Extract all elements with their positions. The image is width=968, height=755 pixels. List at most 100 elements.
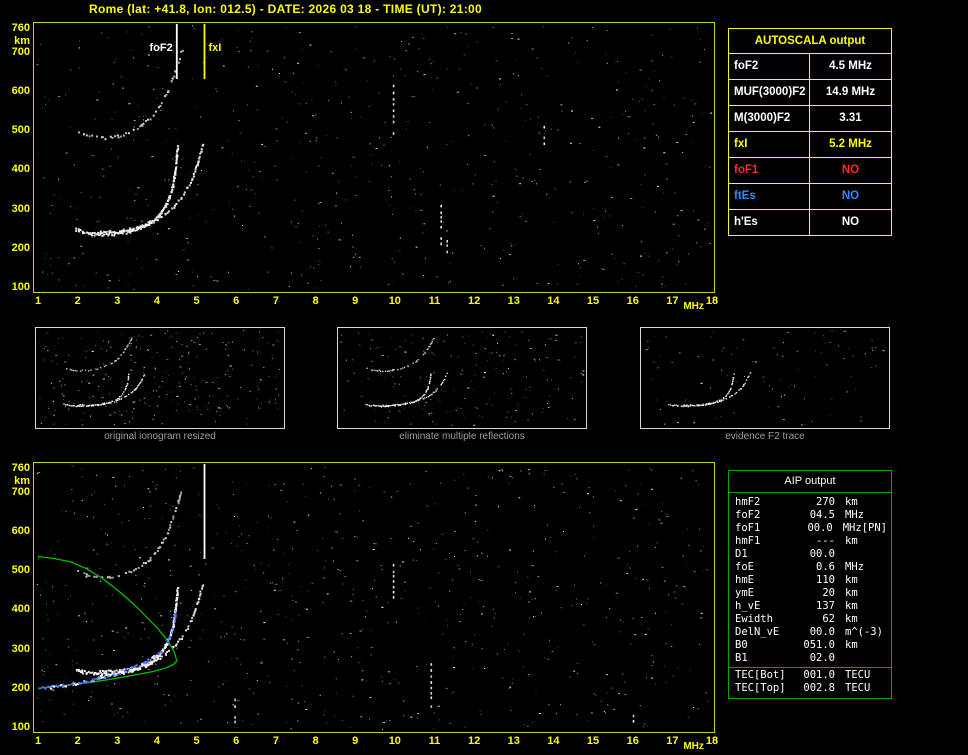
y-axis-label: 100: [11, 720, 30, 733]
autoscala-table-header: AUTOSCALA output: [754, 35, 866, 47]
aip-param-name: hmE: [735, 574, 754, 586]
autoscala-param-label: fxI: [729, 132, 810, 157]
x-axis-label: 14: [547, 735, 560, 747]
aip-row: Ewidth 62 km: [729, 613, 891, 626]
thumbnail-ionogram: eliminate multiple reflections: [337, 327, 587, 442]
thumbnail-caption: original ionogram resized: [104, 431, 216, 442]
y-axis-label: 300: [11, 202, 30, 215]
aip-tec-rows: TEC[Bot] 001.0 TECU TEC[Top] 002.8 TECU: [729, 669, 891, 695]
marker-label-foF2: foF2: [150, 42, 173, 54]
x-axis-label: 7: [272, 735, 279, 747]
x-axis-label: 8: [312, 295, 319, 307]
aip-param-value: 04.5: [809, 509, 835, 521]
x-axis-label: 6: [233, 735, 240, 747]
aip-row: hmF2 270 km: [729, 496, 891, 509]
aip-param-value: 051.0: [803, 639, 835, 651]
aip-param-name: hmF1: [735, 535, 761, 547]
aip-param-unit: TECU: [845, 669, 871, 681]
y-axis-label: 600: [11, 524, 30, 537]
autoscala-param-label: ftEs: [729, 184, 810, 209]
aip-param-value: 110: [816, 574, 835, 586]
aip-table-header: AIP output: [729, 471, 891, 493]
aip-param-unit: km: [845, 496, 858, 508]
aip-param-unit: TECU: [845, 682, 871, 694]
aip-param-unit: MHz: [845, 561, 864, 573]
aip-row: ymE 20 km: [729, 587, 891, 600]
aip-param-name: foF2: [735, 509, 761, 521]
marker-label-fxI: fxI: [209, 42, 222, 54]
aip-param-name: h_vE: [735, 600, 761, 612]
aip-param-unit: km: [845, 639, 858, 651]
x-axis-label: 8: [312, 735, 319, 747]
aip-param-name: foE: [735, 561, 754, 573]
x-axis-label: 9: [352, 735, 359, 747]
ionogram-plot-bottom: 760 700 600 500 400 300 200 100 km 1 2 3 4 5 6 7 8 9 10 11 1…: [12, 462, 718, 752]
y-axis-label: 200: [11, 681, 30, 694]
x-axis-label: 15: [586, 735, 600, 747]
aip-param-name: B1: [735, 652, 748, 664]
autoscala-row: fxI 5.2 MHz: [729, 131, 891, 157]
x-axis-label: 3: [114, 295, 121, 307]
aip-row: foF2 04.5 MHz: [729, 509, 891, 522]
x-axis-label: 16: [626, 295, 639, 307]
aip-param-name: B0: [735, 639, 748, 651]
y-axis-unit: km: [14, 35, 30, 47]
aip-param-name: D1: [735, 548, 748, 560]
x-axis-label: 16: [626, 735, 639, 747]
x-axis-label: 5: [193, 735, 200, 747]
aip-param-value: 20: [822, 587, 835, 599]
x-axis-label: 15: [586, 295, 600, 307]
page-title: Rome (lat: +41.8, lon: 012.5) - DATE: 20…: [89, 2, 482, 16]
aip-param-value: 137: [816, 600, 835, 612]
autoscala-table: AUTOSCALA output foF2 4.5 MHz MUF(3000)F2 1…: [728, 28, 892, 236]
x-axis-label: 17: [666, 735, 679, 747]
ionogram-plot-top: foF2 fxI 760 700 600 500 400 300 200 100 km 1 2 3 4 5 6…: [12, 22, 718, 312]
x-axis-label: 4: [153, 295, 160, 307]
aip-param-name: Ewidth: [735, 613, 773, 625]
aip-row: D1 00.0: [729, 548, 891, 561]
aip-row: TEC[Top] 002.8 TECU: [729, 682, 891, 695]
aip-param-value: 00.0: [807, 522, 833, 534]
thumbnail-ionogram: evidence F2 trace: [640, 327, 890, 442]
autoscala-param-label: foF1: [729, 158, 810, 183]
x-axis-label: 18: [705, 735, 719, 747]
y-axis-label: 400: [11, 163, 30, 176]
x-axis-label: 13: [507, 735, 520, 747]
x-axis-label: 1: [34, 295, 42, 307]
aip-param-name: DelN_vE: [735, 626, 780, 638]
aip-param-unit: km: [845, 587, 858, 599]
aip-row: foF1 00.0 MHz [PN]: [729, 522, 891, 535]
aip-param-value: 0.6: [816, 561, 835, 573]
aip-param-unit: km: [845, 613, 858, 625]
x-axis-label: 6: [233, 295, 240, 307]
x-axis-label: 3: [114, 735, 121, 747]
ionogram-bottom-canvas: [36, 464, 709, 730]
aip-param-name: hmF2: [735, 496, 761, 508]
x-axis-unit: MHz: [683, 741, 704, 752]
aip-param-unit: m^(-3): [845, 626, 883, 638]
y-axis-label: 200: [11, 241, 30, 254]
thumbnail-canvas: [38, 330, 280, 426]
x-axis-label: 9: [352, 295, 359, 307]
autoscala-screen: Rome (lat: +41.8, lon: 012.5) - DATE: 20…: [0, 0, 968, 755]
aip-param-value: 001.0: [803, 669, 835, 681]
aip-row: hmF1 --- km: [729, 535, 891, 548]
thumbnail-caption: eliminate multiple reflections: [399, 431, 525, 442]
aip-param-value: 002.8: [803, 682, 835, 694]
aip-param-name: ymE: [735, 587, 754, 599]
aip-param-unit: MHz: [845, 509, 864, 521]
aip-row: h_vE 137 km: [729, 600, 891, 613]
x-axis-label: 11: [428, 295, 441, 307]
aip-row: B1 02.0: [729, 652, 891, 665]
aip-param-unit: km: [845, 600, 858, 612]
x-axis-label: 10: [388, 735, 401, 747]
aip-row: TEC[Bot] 001.0 TECU: [729, 669, 891, 682]
thumbnail-caption: evidence F2 trace: [725, 431, 805, 442]
autoscala-row: foF2 4.5 MHz: [729, 53, 891, 79]
aip-table-rows: hmF2 270 km foF2 04.5 MHz foF1 00.0 MHz [PN] hmF1-…: [729, 493, 891, 665]
x-axis-label: 18: [705, 295, 719, 307]
x-axis-label: 11: [428, 735, 441, 747]
autoscala-param-value: NO: [841, 164, 860, 176]
autoscala-row: ftEs NO: [729, 183, 891, 209]
aip-table: AIP output hmF2 270 km foF2 04.5 MHz foF1 00.0 M…: [728, 470, 892, 699]
